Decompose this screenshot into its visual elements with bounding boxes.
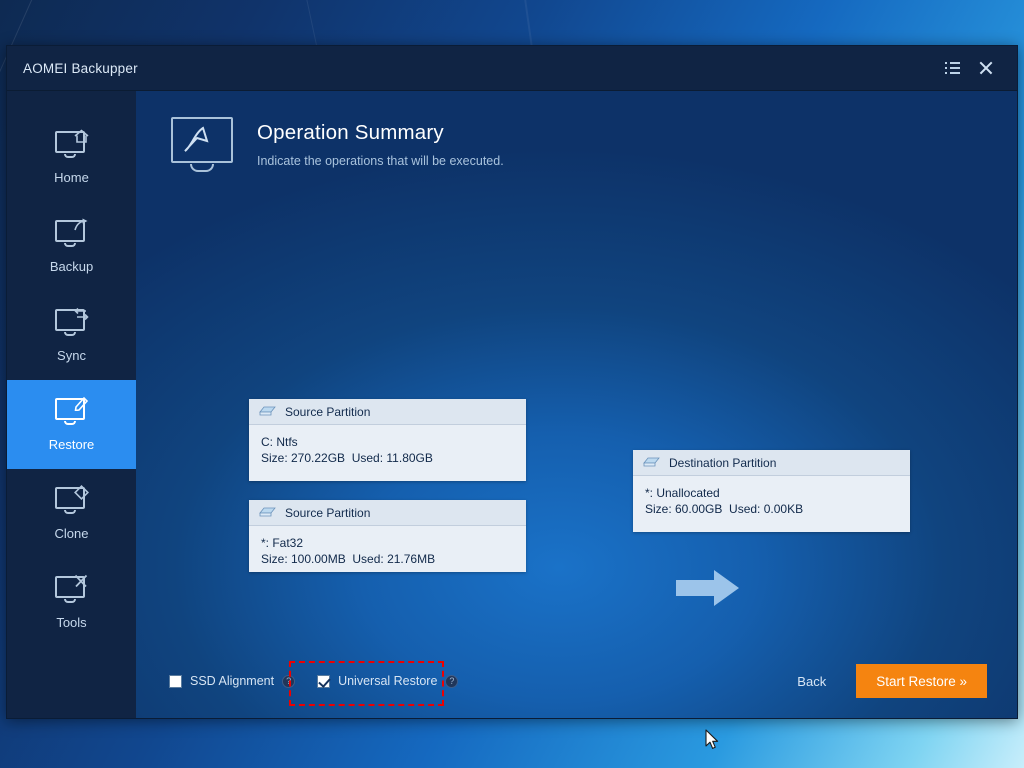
operation-diagram: Source Partition C: Ntfs Size: 270.22GB … [136, 179, 1017, 749]
card-title: Destination Partition [669, 455, 777, 470]
card-body: *: Fat32 Size: 100.00MB Used: 21.76MB [249, 526, 526, 577]
page-header-text: Operation Summary Indicate the operation… [257, 117, 504, 168]
app-title: AOMEI Backupper [23, 60, 138, 76]
ssd-alignment-option[interactable]: SSD Alignment ? [169, 674, 296, 688]
source-partition-card[interactable]: Source Partition C: Ntfs Size: 270.22GB … [249, 399, 526, 481]
sidebar: Home Backup Sync Restore Clone Tools [7, 91, 136, 718]
disk-partition-icon [643, 457, 660, 467]
footer-bar: SSD Alignment ? Universal Restore ? Back… [136, 644, 1017, 718]
destination-partition-card[interactable]: Destination Partition *: Unallocated Siz… [633, 450, 910, 532]
monitor-tools-icon [54, 574, 89, 606]
help-icon[interactable]: ? [282, 674, 296, 688]
disk-partition-icon [259, 507, 276, 517]
partition-type: *: Fat32 [261, 536, 304, 550]
app-window: AOMEI Backupper Home Backup Sync Restore… [6, 45, 1018, 749]
page-header: Operation Summary Indicate the operation… [136, 91, 1017, 179]
menu-button[interactable] [935, 53, 969, 83]
sidebar-item-clone[interactable]: Clone [7, 469, 136, 558]
sidebar-item-restore[interactable]: Restore [7, 380, 136, 469]
sidebar-item-tools[interactable]: Tools [7, 558, 136, 647]
list-menu-icon [944, 62, 960, 74]
page-subtitle: Indicate the operations that will be exe… [257, 154, 504, 168]
back-button[interactable]: Back [783, 668, 840, 695]
source-partition-card[interactable]: Source Partition *: Fat32 Size: 100.00MB… [249, 500, 526, 572]
mouse-cursor [705, 729, 719, 755]
help-icon[interactable]: ? [445, 674, 459, 688]
disk-partition-icon [259, 406, 276, 416]
monitor-clone-icon [54, 484, 89, 517]
partition-size: Size: 100.00MB Used: 21.76MB [261, 552, 436, 566]
card-header: Source Partition [249, 399, 526, 425]
monitor-restore-icon [54, 396, 89, 428]
main-content: Operation Summary Indicate the operation… [136, 91, 1017, 749]
ssd-alignment-label: SSD Alignment [190, 674, 275, 688]
card-body: *: Unallocated Size: 60.00GB Used: 0.00K… [633, 476, 910, 527]
ssd-alignment-checkbox[interactable] [169, 674, 182, 688]
universal-restore-checkbox[interactable] [317, 674, 331, 688]
monitor-home-icon [54, 128, 89, 161]
start-restore-button[interactable]: Start Restore » [856, 664, 987, 698]
card-title: Source Partition [285, 505, 371, 520]
partition-size: Size: 270.22GB Used: 11.80GB [261, 451, 433, 465]
sidebar-item-home[interactable]: Home [7, 113, 136, 202]
monitor-chart-icon [166, 117, 238, 179]
card-title: Source Partition [285, 404, 371, 419]
arrow-right-icon [676, 568, 740, 613]
partition-type: *: Unallocated [645, 486, 720, 500]
universal-restore-label: Universal Restore [338, 674, 438, 688]
sidebar-item-label: Clone [54, 525, 89, 541]
partition-size: Size: 60.00GB Used: 0.00KB [645, 502, 804, 516]
sidebar-item-backup[interactable]: Backup [7, 202, 136, 291]
title-bar: AOMEI Backupper [7, 46, 1017, 91]
monitor-sync-icon [54, 307, 89, 339]
close-button[interactable] [969, 53, 1003, 83]
partition-type: C: Ntfs [261, 435, 298, 449]
sidebar-item-sync[interactable]: Sync [7, 291, 136, 380]
card-body: C: Ntfs Size: 270.22GB Used: 11.80GB [249, 425, 526, 476]
page-title: Operation Summary [257, 121, 444, 144]
sidebar-item-label: Sync [57, 347, 86, 363]
sidebar-item-label: Restore [48, 436, 95, 452]
window-body: Home Backup Sync Restore Clone Tools Ope… [7, 91, 1017, 749]
sidebar-item-label: Tools [56, 614, 87, 630]
universal-restore-option[interactable]: Universal Restore ? [317, 674, 459, 688]
close-icon [978, 60, 994, 76]
monitor-share-icon [54, 218, 89, 250]
card-header: Destination Partition [633, 450, 910, 476]
sidebar-item-label: Backup [49, 258, 94, 274]
card-header: Source Partition [249, 500, 526, 526]
sidebar-item-label: Home [54, 169, 89, 185]
